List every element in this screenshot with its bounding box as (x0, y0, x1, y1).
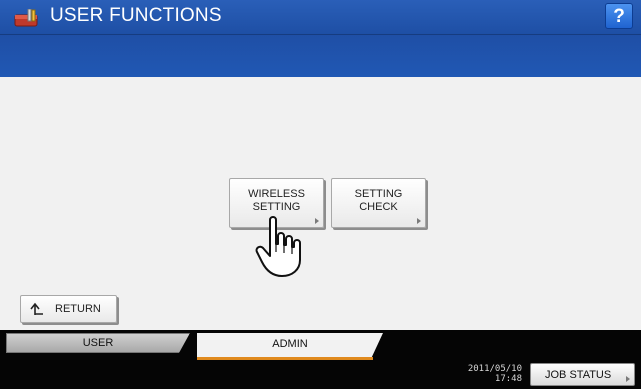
arrow-right-icon (315, 218, 319, 224)
screen: USER FUNCTIONS ? WIRELESS SETTING SETTIN… (0, 0, 641, 389)
date-text: 2011/05/10 (467, 364, 522, 374)
tab-admin[interactable]: ADMIN (197, 333, 383, 357)
return-arrow-icon (30, 302, 43, 315)
return-label: RETURN (55, 303, 101, 315)
title-bar: USER FUNCTIONS ? (0, 0, 641, 35)
arrow-right-icon (417, 218, 421, 224)
return-button[interactable]: RETURN (20, 295, 117, 323)
date-time: 2011/05/10 17:48 (464, 364, 522, 384)
setting-check-label-line1: SETTING (354, 188, 403, 200)
pointing-hand-icon (255, 216, 301, 277)
page-title: USER FUNCTIONS (50, 5, 222, 26)
time-text: 17:48 (494, 374, 522, 384)
job-status-label: JOB STATUS (545, 369, 612, 381)
toolbox-icon (14, 9, 38, 27)
tab-user[interactable]: USER (6, 333, 190, 353)
wireless-setting-label-line1: WIRELESS (248, 188, 305, 200)
active-tab-indicator (197, 357, 373, 360)
arrow-right-icon (626, 376, 630, 382)
wireless-setting-label-line2: SETTING (252, 201, 301, 213)
setting-check-button[interactable]: SETTING CHECK (331, 178, 426, 228)
setting-check-label-line2: CHECK (359, 201, 398, 213)
sub-header-bar (0, 35, 641, 77)
help-button[interactable]: ? (605, 3, 633, 29)
job-status-button[interactable]: JOB STATUS (530, 363, 635, 386)
